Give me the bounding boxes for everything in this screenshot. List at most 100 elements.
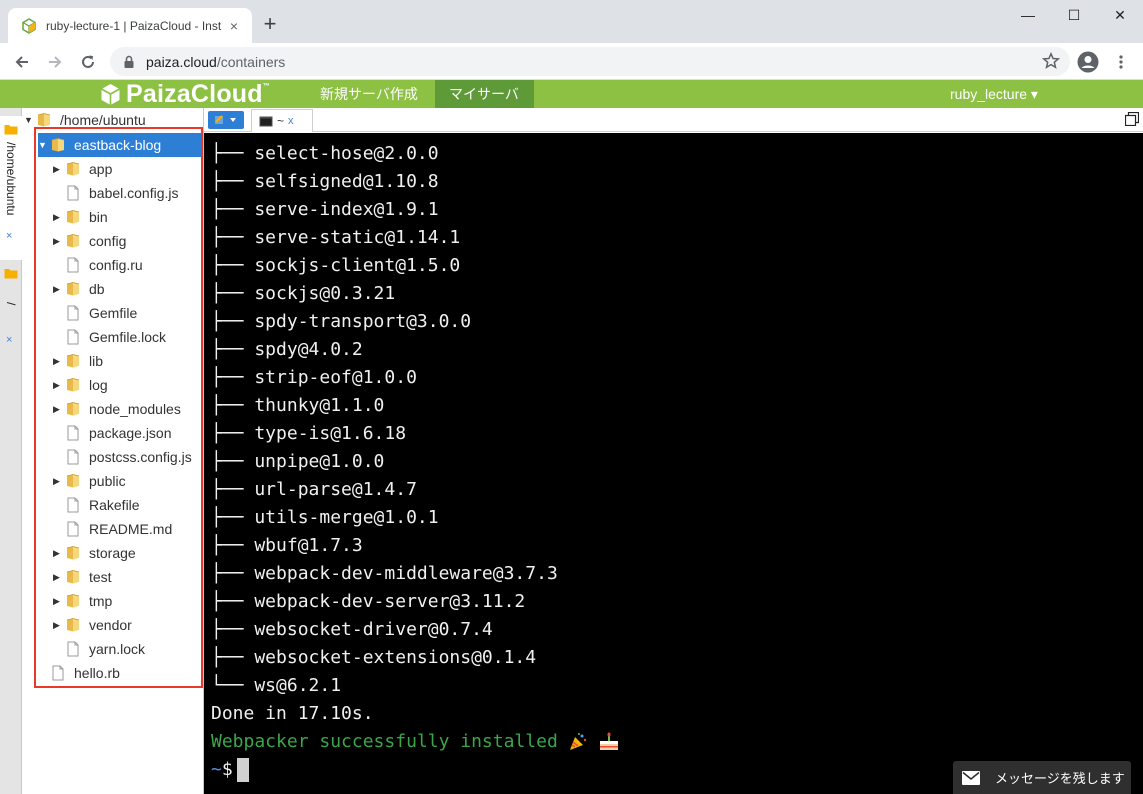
tree-folder-item[interactable]: ▶ lib [53,349,103,373]
tree-item-label: test [89,569,112,585]
new-tab-button[interactable]: + [258,13,282,37]
tree-item-label: yarn.lock [89,641,146,657]
vtab-home-ubuntu[interactable]: /home/ubuntu × [0,116,22,260]
tree-folder-item[interactable]: ▶ config [53,229,126,253]
tree-file-item[interactable]: Gemfile.lock [53,325,166,349]
forward-button[interactable] [42,49,68,75]
tree-root-folder[interactable]: ▼ /home/ubuntu [24,108,146,132]
tree-file-item[interactable]: postcss.config.js [53,445,192,469]
vtab-close-icon[interactable]: × [6,230,12,242]
maximize-panel-button[interactable] [1124,111,1140,127]
tree-item-label: config [89,233,127,249]
app-header: PaizaCloud™ 新規サーバ作成 マイサーバ ruby_lecture ▾ [0,80,1143,108]
logo-text: PaizaCloud™ [126,80,270,108]
terminal-line: ├── selfsigned@1.10.8 [211,171,439,192]
tree-item-label: db [89,281,105,297]
terminal-tab[interactable]: ~ x [251,109,313,132]
bookmark-star-icon[interactable] [1041,51,1061,70]
folder-icon [65,281,81,297]
tab-title: ruby-lecture-1 | PaizaCloud - Inst [46,18,222,33]
reload-button[interactable] [75,49,101,75]
tree-folder-item[interactable]: ▶ db [53,277,105,301]
caret-right-icon[interactable]: ▶ [53,620,65,631]
tree-file-item[interactable]: package.json [53,421,172,445]
terminal-tab-close-icon[interactable]: x [288,115,294,127]
back-button[interactable] [9,49,35,75]
terminal-line: ├── unpipe@1.0.0 [211,451,385,472]
caret-down-icon[interactable]: ▼ [38,140,50,150]
terminal-prompt[interactable]: ~$ [211,756,249,784]
tree-folder-item[interactable]: ▶ node_modules [53,397,181,421]
terminal-menu-icon [215,115,236,124]
tree-item-label: Rakefile [89,497,140,513]
nav-my-server[interactable]: マイサーバ [435,80,534,108]
url-text: paiza.cloud/containers [146,53,286,70]
mail-icon [962,770,980,785]
nav-new-server[interactable]: 新規サーバ作成 [306,80,432,108]
vtab-close-icon[interactable]: × [6,334,12,346]
tree-folder-item[interactable]: ▶ storage [53,541,136,565]
terminal-line: ├── spdy-transport@3.0.0 [211,311,472,332]
user-menu-dropdown[interactable]: ruby_lecture ▾ [950,80,1038,108]
leave-message-label: メッセージを残します [995,771,1125,786]
window-close-button[interactable]: ✕ [1097,0,1143,30]
tree-file-item[interactable]: Rakefile [53,493,140,517]
caret-right-icon[interactable]: ▶ [53,356,65,367]
back-arrow-icon [15,56,28,68]
tree-folder-item[interactable]: ▶ app [53,157,112,181]
tree-file-item[interactable]: README.md [53,517,172,541]
caret-right-icon[interactable]: ▶ [53,596,65,607]
tree-item-label: log [89,377,108,393]
profile-avatar-button[interactable] [1075,49,1101,75]
caret-right-icon[interactable]: ▶ [53,380,65,391]
tree-file-item[interactable]: config.ru [53,253,143,277]
browser-toolbar: paiza.cloud/containers [0,43,1143,80]
file-icon [65,497,81,513]
tree-file-item[interactable]: babel.config.js [53,181,179,205]
more-vertical-icon [1119,55,1123,69]
leave-message-button[interactable]: メッセージを残します [953,761,1131,794]
tree-folder-item[interactable]: ▶ vendor [53,613,132,637]
caret-right-icon[interactable]: ▶ [53,212,65,223]
reload-icon [82,55,94,68]
caret-right-icon[interactable]: ▶ [53,164,65,175]
tree-folder-item[interactable]: ▶ tmp [53,589,112,613]
tree-file-item[interactable]: yarn.lock [53,637,145,661]
terminal-tab-label: ~ [277,114,285,128]
vtab-root[interactable]: / × [0,260,22,360]
folder-icon [36,112,52,128]
terminal-output[interactable]: ├── select-hose@2.0.0 ├── selfsigned@1.10… [204,133,1143,794]
terminal-line: ├── url-parse@1.4.7 [211,479,417,500]
file-icon [65,425,81,441]
browser-tab[interactable]: ruby-lecture-1 | PaizaCloud - Inst × [8,8,252,43]
tree-file-item[interactable]: hello.rb [38,661,120,685]
tree-folder-item[interactable]: ▶ bin [53,205,108,229]
tree-folder-item[interactable]: ▶ public [53,469,126,493]
folder-icon [65,161,81,177]
window-maximize-button[interactable]: ☐ [1051,0,1097,30]
file-icon [65,641,81,657]
folder-icon [65,617,81,633]
tree-folder-item[interactable]: ▶ test [53,565,112,589]
tab-close-icon[interactable]: × [226,18,242,34]
tree-file-item[interactable]: Gemfile [53,301,137,325]
caret-right-icon[interactable]: ▶ [53,476,65,487]
caret-right-icon[interactable]: ▶ [53,572,65,583]
caret-right-icon[interactable]: ▶ [53,284,65,295]
tree-folder-item[interactable]: ▶ log [53,373,108,397]
tree-item-label: Gemfile [89,305,138,321]
tree-project-folder[interactable]: ▼ eastback-blog [38,133,201,157]
tree-item-label: babel.config.js [89,185,179,201]
caret-right-icon[interactable]: ▶ [53,548,65,559]
address-bar[interactable]: paiza.cloud/containers [110,47,1070,76]
window-minimize-button[interactable]: — [1005,0,1051,30]
caret-right-icon[interactable]: ▶ [53,404,65,415]
browser-menu-button[interactable] [1108,49,1134,75]
folder-icon [4,266,18,284]
terminal-menu-dropdown[interactable] [208,111,244,129]
tree-item-label: hello.rb [74,665,120,681]
caret-right-icon[interactable]: ▶ [53,236,65,247]
caret-down-icon[interactable]: ▼ [24,115,36,125]
folder-icon [65,401,81,417]
paizacloud-logo[interactable]: PaizaCloud™ [100,81,270,108]
